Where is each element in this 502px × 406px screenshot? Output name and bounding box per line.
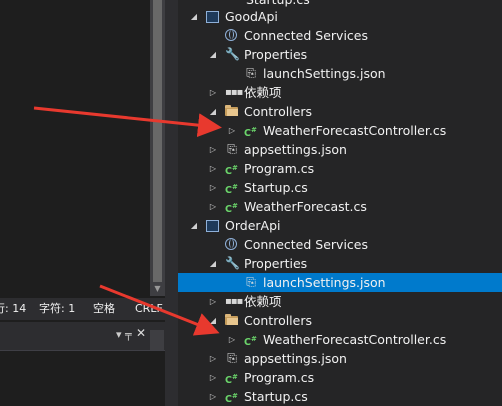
tree-item-label: launchSettings.json (263, 66, 386, 81)
tree-item[interactable]: ▷ C# Startup.cs (178, 387, 502, 406)
tree-item-label: Startup.cs (244, 180, 308, 195)
csharp-file-icon: C# (225, 183, 238, 197)
tree-item[interactable]: ◢ 🔧 Properties (178, 45, 502, 64)
editor-status-strip: 行: 14 字符: 1 空格 CRLF (0, 298, 178, 320)
tree-item-label: OrderApi (225, 218, 281, 233)
collapsed-arrow-icon[interactable]: ▷ (226, 121, 238, 140)
line-indicator[interactable]: 行: 14 (0, 298, 26, 320)
folder-icon (225, 314, 238, 325)
tree-item[interactable]: ▷ ⎘ appsettings.json (178, 349, 502, 368)
char-indicator[interactable]: 字符: 1 (39, 298, 75, 320)
csharp-file-icon: C# (225, 373, 238, 387)
tree-item-label: WeatherForecast.cs (244, 199, 367, 214)
json-file-icon: ⎘ (227, 142, 237, 156)
wrench-icon: 🔧 (225, 256, 240, 270)
json-file-icon: ⎘ (246, 66, 256, 80)
panel-scrollbar[interactable] (150, 330, 164, 350)
line-ending-indicator[interactable]: CRLF (135, 298, 163, 320)
expanded-arrow-icon[interactable]: ◢ (207, 45, 219, 64)
tree-item-label: GoodApi (225, 9, 278, 24)
csharp-file-icon: C# (225, 202, 238, 216)
tree-item[interactable]: ◢ Controllers (178, 102, 502, 121)
folder-icon (225, 105, 238, 116)
json-file-icon: ⎘ (246, 275, 256, 289)
tree-item-label: Controllers (244, 313, 312, 328)
tree-item[interactable]: ◢ Controllers (178, 311, 502, 330)
collapsed-arrow-icon[interactable]: ▷ (207, 368, 219, 387)
tree-item[interactable]: Connected Services (178, 26, 502, 45)
tree-item[interactable]: ▷ ▪▪▪ 依赖项 (178, 83, 502, 102)
editor-vertical-scrollbar[interactable]: ▼ (150, 0, 165, 296)
tree-item-label: Startup.cs (244, 389, 308, 404)
tree-item[interactable]: ▷ ⎘ appsettings.json (178, 140, 502, 159)
tree-item-label: Program.cs (244, 161, 315, 176)
csharp-file-icon: C# (225, 164, 238, 178)
tree-item-label: 依赖项 (244, 294, 282, 309)
tree-item[interactable]: ▷ ▪▪▪ 依赖项 (178, 292, 502, 311)
tree-item-label: Controllers (244, 104, 312, 119)
tree-item-label: launchSettings.json (263, 275, 386, 290)
pin-icon[interactable]: ▾ ╤ (116, 328, 132, 341)
connected-services-icon (225, 238, 237, 250)
pane-splitter[interactable] (165, 0, 178, 406)
tree-item[interactable]: ◢ GoodApi (178, 7, 502, 26)
dependencies-icon: ▪▪▪ (225, 87, 243, 98)
project-icon (206, 220, 219, 232)
tree-item[interactable]: ▷ C# Program.cs (178, 368, 502, 387)
tree-item-label: 依赖项 (244, 85, 282, 100)
tree-item[interactable]: ▷ C# Startup.cs (178, 178, 502, 197)
wrench-icon: 🔧 (225, 47, 240, 61)
collapsed-arrow-icon[interactable]: ▷ (207, 140, 219, 159)
tree-item[interactable]: ▷ C# WeatherForecastController.cs (178, 121, 502, 140)
json-file-icon: ⎘ (227, 351, 237, 365)
tree-item[interactable]: ▷ C# WeatherForecastController.cs (178, 330, 502, 349)
dependencies-icon: ▪▪▪ (225, 296, 243, 307)
expanded-arrow-icon[interactable]: ◢ (188, 216, 200, 235)
connected-services-icon (225, 29, 237, 41)
tree-item[interactable]: ▷ C# Program.cs (178, 159, 502, 178)
close-icon[interactable]: ✕ (134, 326, 148, 340)
csharp-file-icon: C# (244, 335, 257, 349)
expanded-arrow-icon[interactable]: ◢ (188, 7, 200, 26)
expanded-arrow-icon[interactable]: ◢ (207, 102, 219, 121)
expanded-arrow-icon[interactable]: ◢ (207, 254, 219, 273)
collapsed-arrow-icon[interactable]: ▷ (207, 387, 219, 406)
tree-item[interactable]: ▷ C# WeatherForecast.cs (178, 197, 502, 216)
tree-item-label: Properties (244, 47, 308, 62)
tree-item-label: Connected Services (244, 28, 368, 43)
tree-item-label: WeatherForecastController.cs (263, 332, 447, 347)
collapsed-arrow-icon[interactable]: ▷ (207, 178, 219, 197)
tree-item[interactable]: ◢ OrderApi (178, 216, 502, 235)
collapsed-arrow-icon[interactable]: ▷ (207, 159, 219, 178)
collapsed-arrow-icon[interactable]: ▷ (207, 197, 219, 216)
tree-item-label: Connected Services (244, 237, 368, 252)
tree-item-label: Program.cs (244, 370, 315, 385)
whitespace-indicator[interactable]: 空格 (93, 298, 115, 320)
tree-item[interactable]: Connected Services (178, 235, 502, 254)
tree-item-selected[interactable]: ⎘ launchSettings.json (178, 273, 502, 292)
tree-item[interactable]: ◢ 🔧 Properties (178, 254, 502, 273)
project-icon (206, 11, 219, 23)
collapsed-arrow-icon[interactable]: ▷ (207, 83, 219, 102)
tree-item-label: appsettings.json (244, 351, 347, 366)
collapsed-arrow-icon[interactable]: ▷ (207, 292, 219, 311)
csharp-file-icon: C# (225, 392, 238, 406)
expanded-arrow-icon[interactable]: ◢ (207, 311, 219, 330)
editor-scroll-thumb[interactable] (153, 0, 162, 282)
tree-item-label: WeatherForecastController.cs (263, 123, 447, 138)
solution-explorer-tree: Startup.cs ◢ GoodApi Connected Services ◢ 🔧 Pr… (178, 0, 502, 406)
scroll-down-arrow-icon[interactable]: ▼ (150, 282, 165, 296)
tree-item-label: Properties (244, 256, 308, 271)
collapsed-arrow-icon[interactable]: ▷ (207, 349, 219, 368)
tree-item-label: appsettings.json (244, 142, 347, 157)
collapsed-arrow-icon[interactable]: ▷ (226, 330, 238, 349)
csharp-file-icon: C# (244, 126, 257, 140)
tree-item[interactable]: ⎘ launchSettings.json (178, 64, 502, 83)
